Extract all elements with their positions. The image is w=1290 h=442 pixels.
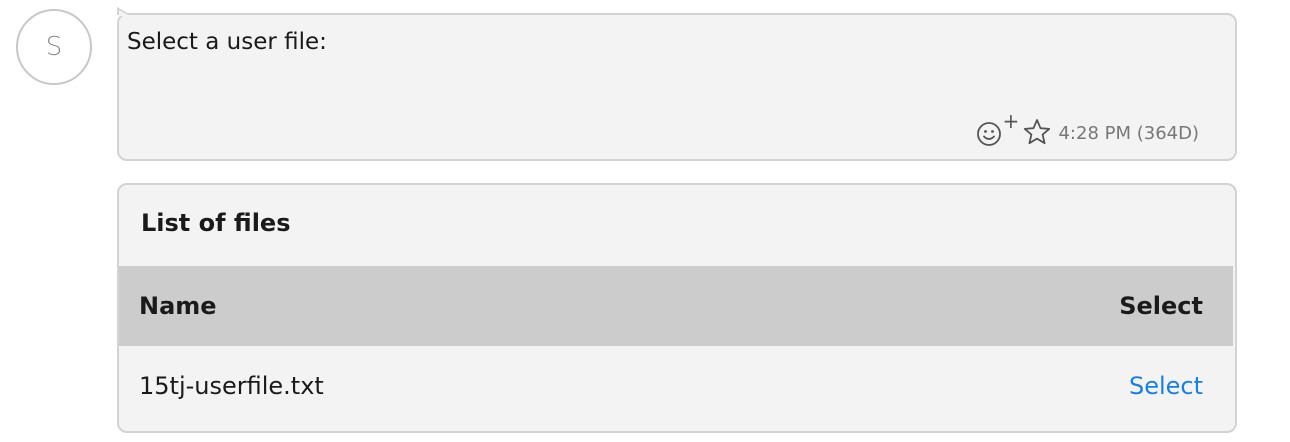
chat-stage: S Select a user file: + 4:28 PM (364D) L… — [0, 0, 1290, 442]
file-name: 15tj-userfile.txt — [139, 372, 324, 400]
files-card-title: List of files — [141, 209, 291, 237]
files-table-header: Name Select — [119, 266, 1233, 346]
message-timestamp: 4:28 PM (364D) — [1058, 123, 1199, 144]
message-meta: + 4:28 PM (364D) — [976, 111, 1199, 147]
avatar-initial: S — [45, 32, 63, 62]
column-header-name: Name — [139, 292, 217, 320]
plus-icon: + — [1002, 109, 1020, 133]
files-card: List of files Name Select 15tj-userfile.… — [117, 183, 1237, 433]
message-bubble: Select a user file: + 4:28 PM (364D) — [117, 7, 1237, 161]
table-row: 15tj-userfile.txt Select — [119, 346, 1233, 426]
emoji-add-icon[interactable]: + — [976, 111, 1019, 147]
avatar[interactable]: S — [16, 9, 92, 85]
star-outline-icon[interactable] — [1022, 117, 1052, 147]
message-text: Select a user file: — [127, 29, 327, 55]
files-table: Name Select 15tj-userfile.txt Select — [119, 266, 1233, 426]
column-header-select: Select — [1119, 292, 1203, 320]
select-file-link[interactable]: Select — [1129, 372, 1203, 400]
